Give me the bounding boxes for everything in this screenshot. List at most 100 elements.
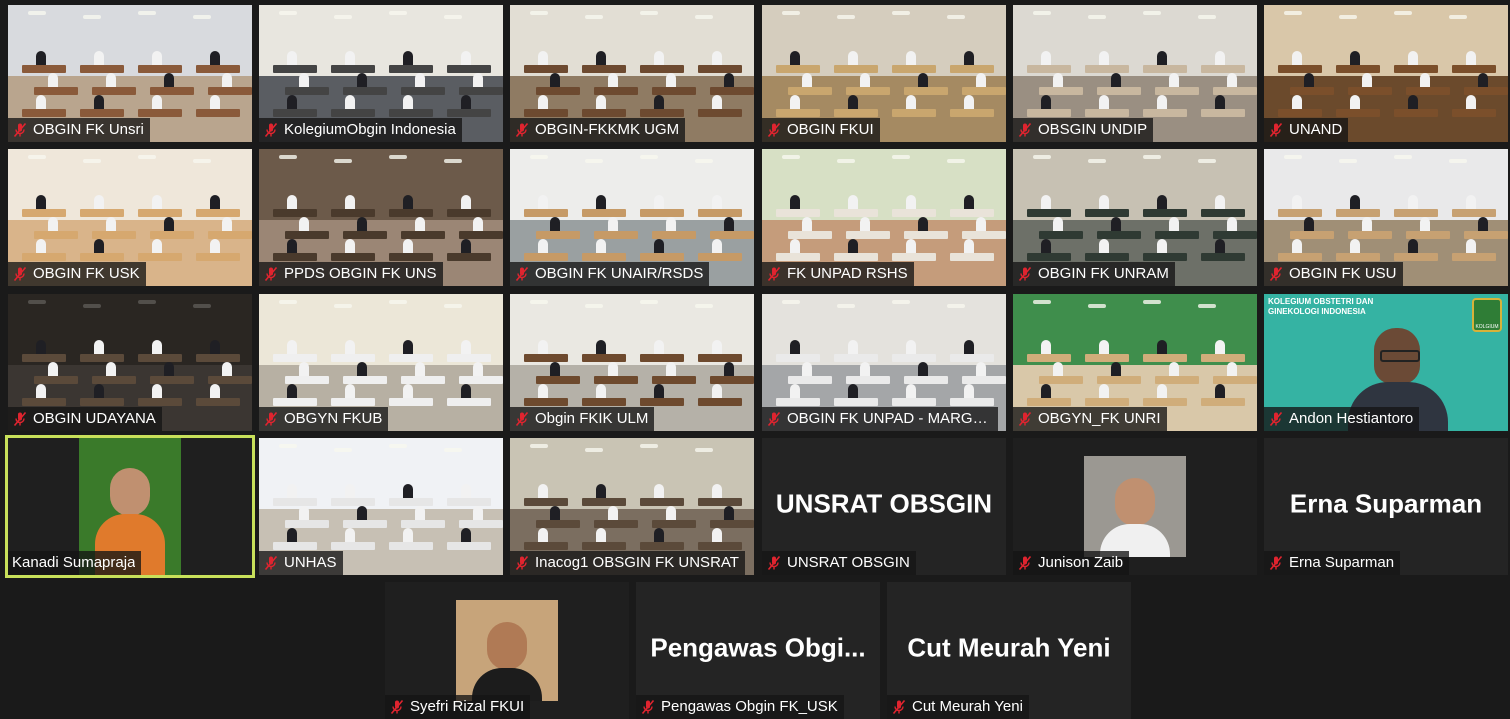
participant-name-display: Pengawas Obgi... bbox=[650, 631, 866, 662]
participant-name-label: Cut Meurah Yeni bbox=[887, 695, 1029, 719]
participant-name: OBGIN FK UNRAM bbox=[1038, 265, 1169, 282]
participant-tile[interactable]: UNSRAT OBSGIN UNSRAT OBSGIN bbox=[762, 438, 1006, 575]
participant-tile[interactable]: OBGIN FK Unsri bbox=[8, 5, 252, 142]
mic-muted-icon bbox=[1018, 411, 1032, 427]
participant-tile[interactable]: OBSGIN UNDIP bbox=[1013, 5, 1257, 142]
participant-name: FK UNPAD RSHS bbox=[787, 265, 908, 282]
participant-name-display: Cut Meurah Yeni bbox=[907, 631, 1111, 662]
participant-tile[interactable]: PPDS OBGIN FK UNS bbox=[259, 149, 503, 286]
mic-muted-icon bbox=[264, 411, 278, 427]
participant-name-label: Inacog1 OBSGIN FK UNSRAT bbox=[510, 551, 745, 575]
participant-name: OBGIN UDAYANA bbox=[33, 410, 156, 427]
participant-name-label: Erna Suparman bbox=[1264, 551, 1401, 575]
participant-name-label: OBGIN FK UNRAM bbox=[1013, 262, 1175, 286]
participant-tile[interactable]: Erna Suparman Erna Suparman bbox=[1264, 438, 1508, 575]
mic-muted-icon bbox=[13, 266, 27, 282]
kolegium-logo: KOLGIUM bbox=[1472, 298, 1502, 332]
mic-muted-icon bbox=[264, 266, 278, 282]
participant-tile[interactable]: Pengawas Obgi... Pengawas Obgin FK_USK bbox=[636, 582, 880, 719]
participant-name-label: UNAND bbox=[1264, 118, 1349, 142]
mic-muted-icon bbox=[390, 699, 404, 715]
participant-tile[interactable]: OBGIN FK USU bbox=[1264, 149, 1508, 286]
participant-name: OBGYN_FK UNRI bbox=[1038, 410, 1161, 427]
mic-muted-icon bbox=[13, 411, 27, 427]
participant-name: OBGYN FKUB bbox=[284, 410, 383, 427]
participant-name-label: Kanadi Sumapraja bbox=[8, 551, 142, 575]
mic-muted-icon bbox=[264, 555, 278, 571]
participant-name: OBSGIN UNDIP bbox=[1038, 121, 1148, 138]
participant-name-label: UNSRAT OBSGIN bbox=[762, 551, 916, 575]
participant-name-label: OBGIN FKUI bbox=[762, 118, 880, 142]
participant-name-display: UNSRAT OBSGIN bbox=[775, 487, 993, 518]
participant-name: OBGIN-FKKMK UGM bbox=[535, 121, 680, 138]
participant-tile[interactable]: Inacog1 OBSGIN FK UNSRAT bbox=[510, 438, 754, 575]
mic-muted-icon bbox=[1269, 555, 1283, 571]
mic-muted-icon bbox=[1269, 411, 1283, 427]
mic-muted-icon bbox=[1018, 122, 1032, 138]
mic-muted-icon bbox=[515, 122, 529, 138]
mic-muted-icon bbox=[767, 555, 781, 571]
participant-tile[interactable]: Kanadi Sumapraja bbox=[5, 435, 255, 578]
participant-name: OBGIN FKUI bbox=[787, 121, 874, 138]
participant-tile[interactable]: OBGIN FK USK bbox=[8, 149, 252, 286]
mic-muted-icon bbox=[767, 122, 781, 138]
participant-name-label: PPDS OBGIN FK UNS bbox=[259, 262, 443, 286]
participant-name-label: OBGIN UDAYANA bbox=[8, 407, 162, 431]
participant-tile[interactable]: OBGIN UDAYANA bbox=[8, 294, 252, 431]
participant-name-label: OBGIN FK USK bbox=[8, 262, 146, 286]
participant-name: Junison Zaib bbox=[1038, 554, 1124, 571]
participant-tile[interactable]: OBGIN FK UNPAD - MARGO... bbox=[762, 294, 1006, 431]
participant-tile[interactable]: Syefri Rizal FKUI bbox=[385, 582, 629, 719]
mic-muted-icon bbox=[1018, 555, 1032, 571]
participant-tile[interactable]: Obgin FKIK ULM bbox=[510, 294, 754, 431]
participant-name: PPDS OBGIN FK UNS bbox=[284, 265, 437, 282]
participant-tile[interactable]: Cut Meurah Yeni Cut Meurah Yeni bbox=[887, 582, 1131, 719]
participant-tile[interactable]: KOLEGIUM OBSTETRI DAN GINEKOLOGI INDONES… bbox=[1264, 294, 1508, 431]
participant-name: Andon Hestiantoro bbox=[1289, 410, 1414, 427]
participant-name-label: OBGYN_FK UNRI bbox=[1013, 407, 1167, 431]
participant-name: KolegiumObgin Indonesia bbox=[284, 121, 456, 138]
mic-muted-icon bbox=[264, 122, 278, 138]
participant-name: Pengawas Obgin FK_USK bbox=[661, 698, 838, 715]
mic-muted-icon bbox=[515, 266, 529, 282]
mic-muted-icon bbox=[767, 266, 781, 282]
participant-name: Syefri Rizal FKUI bbox=[410, 698, 525, 715]
participant-name-label: OBGIN FK USU bbox=[1264, 262, 1403, 286]
participant-name: Obgin FKIK ULM bbox=[535, 410, 649, 427]
participant-name-label: Andon Hestiantoro bbox=[1264, 407, 1420, 431]
participant-tile[interactable]: KolegiumObgin Indonesia bbox=[259, 5, 503, 142]
participant-name-label: OBSGIN UNDIP bbox=[1013, 118, 1154, 142]
mic-muted-icon bbox=[767, 411, 781, 427]
participant-name-label: KolegiumObgin Indonesia bbox=[259, 118, 462, 142]
participant-name-label: OBGIN FK UNAIR/RSDS bbox=[510, 262, 710, 286]
participant-tile[interactable]: Junison Zaib bbox=[1013, 438, 1257, 575]
participant-name-label: UNHAS bbox=[259, 551, 343, 575]
mic-muted-icon bbox=[515, 411, 529, 427]
participant-name: OBGIN FK UNPAD - MARGO... bbox=[787, 410, 992, 427]
participant-tile[interactable]: UNHAS bbox=[259, 438, 503, 575]
participant-name-label: OBGYN FKUB bbox=[259, 407, 389, 431]
participant-tile[interactable]: OBGYN FKUB bbox=[259, 294, 503, 431]
participant-name: OBGIN FK USK bbox=[33, 265, 140, 282]
mic-muted-icon bbox=[1018, 266, 1032, 282]
participant-name: OBGIN FK USU bbox=[1289, 265, 1397, 282]
participant-tile[interactable]: OBGYN_FK UNRI bbox=[1013, 294, 1257, 431]
participant-tile[interactable]: OBGIN-FKKMK UGM bbox=[510, 5, 754, 142]
mic-muted-icon bbox=[892, 699, 906, 715]
participant-name: UNSRAT OBSGIN bbox=[787, 554, 910, 571]
participant-tile[interactable]: UNAND bbox=[1264, 5, 1508, 142]
participant-name: OBGIN FK UNAIR/RSDS bbox=[535, 265, 704, 282]
mic-muted-icon bbox=[641, 699, 655, 715]
participant-name: Kanadi Sumapraja bbox=[12, 554, 136, 571]
participant-name-label: OBGIN-FKKMK UGM bbox=[510, 118, 686, 142]
participant-tile[interactable]: FK UNPAD RSHS bbox=[762, 149, 1006, 286]
participant-name: Inacog1 OBSGIN FK UNSRAT bbox=[535, 554, 739, 571]
participant-name-label: Junison Zaib bbox=[1013, 551, 1130, 575]
participant-name-label: Obgin FKIK ULM bbox=[510, 407, 655, 431]
participant-name-label: OBGIN FK Unsri bbox=[8, 118, 150, 142]
participant-name: Erna Suparman bbox=[1289, 554, 1395, 571]
participant-name: Cut Meurah Yeni bbox=[912, 698, 1023, 715]
participant-tile[interactable]: OBGIN FKUI bbox=[762, 5, 1006, 142]
participant-tile[interactable]: OBGIN FK UNRAM bbox=[1013, 149, 1257, 286]
participant-tile[interactable]: OBGIN FK UNAIR/RSDS bbox=[510, 149, 754, 286]
